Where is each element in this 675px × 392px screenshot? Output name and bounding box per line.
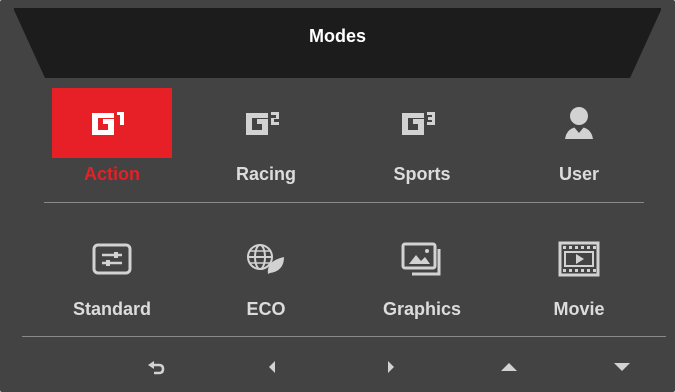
- graphics-picture-icon: [392, 237, 452, 281]
- g2-icon: [236, 98, 296, 148]
- title-bar: Modes: [0, 0, 675, 78]
- left-arrow-icon: [269, 361, 275, 373]
- mode-tile-movie[interactable]: Movie: [519, 225, 639, 325]
- eco-globe-leaf-icon: [236, 237, 296, 281]
- mode-label-graphics: Graphics: [382, 299, 462, 319]
- mode-tile-user[interactable]: User: [519, 88, 639, 188]
- left-button[interactable]: [252, 352, 292, 382]
- mode-label-standard: Standard: [72, 299, 151, 319]
- mode-label-racing: Racing: [235, 164, 296, 184]
- g3-icon: [392, 98, 452, 148]
- sliders-icon: [82, 237, 142, 281]
- osd-panel: Modes Action Racing Sports User Standard…: [0, 0, 675, 392]
- g1-icon: [52, 88, 172, 158]
- back-icon: [148, 361, 165, 375]
- mode-label-sports: Sports: [393, 164, 451, 184]
- back-button[interactable]: [136, 352, 176, 382]
- up-button[interactable]: [489, 352, 529, 382]
- right-button[interactable]: [371, 352, 411, 382]
- menu-title: Modes: [308, 26, 366, 46]
- nav-divider: [22, 336, 666, 337]
- mode-tile-sports[interactable]: Sports: [362, 88, 482, 188]
- mode-tile-eco[interactable]: ECO: [206, 225, 326, 325]
- down-button[interactable]: [602, 352, 642, 382]
- mode-label-user: User: [558, 164, 600, 184]
- mode-label-action: Action: [84, 164, 140, 184]
- right-arrow-icon: [388, 361, 394, 373]
- mode-tile-racing[interactable]: Racing: [206, 88, 326, 188]
- mode-tile-action[interactable]: Action: [52, 88, 172, 188]
- mode-label-movie: Movie: [553, 299, 605, 319]
- user-icon: [549, 98, 609, 148]
- film-icon: [549, 237, 609, 281]
- down-arrow-icon: [614, 363, 630, 371]
- mode-label-eco: ECO: [246, 299, 286, 319]
- mode-tile-graphics[interactable]: Graphics: [362, 225, 482, 325]
- up-arrow-icon: [501, 363, 517, 371]
- row-divider: [44, 202, 644, 203]
- mode-tile-standard[interactable]: Standard: [52, 225, 172, 325]
